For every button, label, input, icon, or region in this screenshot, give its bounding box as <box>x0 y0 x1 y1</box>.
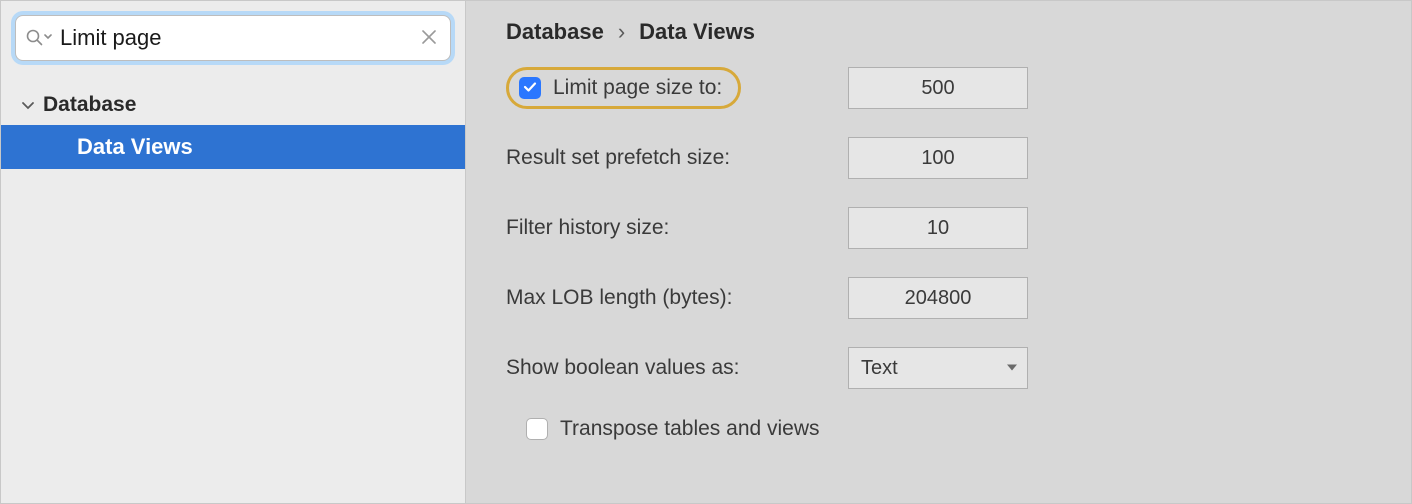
prefetch-size-input[interactable] <box>848 137 1028 179</box>
breadcrumb-root[interactable]: Database <box>506 19 604 45</box>
tree-child-label: Data Views <box>77 134 193 160</box>
transpose-label: Transpose tables and views <box>560 417 820 441</box>
clear-icon[interactable] <box>418 24 440 53</box>
settings-form: Limit page size to: Result set prefetch … <box>466 67 1411 441</box>
filter-history-size-input[interactable] <box>848 207 1028 249</box>
settings-window: Database Data Views Database › Data View… <box>0 0 1412 504</box>
breadcrumb-leaf: Data Views <box>639 19 755 45</box>
boolean-values-as-select[interactable] <box>848 347 1028 389</box>
settings-main: Database › Data Views Limit <box>466 1 1411 503</box>
settings-tree: Database Data Views <box>1 75 465 169</box>
search-box[interactable] <box>15 15 451 61</box>
prefetch-size-label: Result set prefetch size: <box>506 146 730 170</box>
search-input[interactable] <box>60 16 418 60</box>
max-lob-length-input[interactable] <box>848 277 1028 319</box>
transpose-checkbox[interactable] <box>526 418 548 440</box>
tree-parent-label: Database <box>43 93 136 117</box>
max-lob-length-label: Max LOB length (bytes): <box>506 286 732 310</box>
limit-page-size-label: Limit page size to: <box>553 76 722 100</box>
limit-page-highlight: Limit page size to: <box>506 67 741 109</box>
search-icon <box>26 29 52 47</box>
tree-item-data-views[interactable]: Data Views <box>1 125 465 169</box>
breadcrumb: Database › Data Views <box>466 1 1411 67</box>
limit-page-size-checkbox[interactable] <box>519 77 541 99</box>
filter-history-size-label: Filter history size: <box>506 216 669 240</box>
boolean-values-as-label: Show boolean values as: <box>506 356 740 380</box>
tree-item-database[interactable]: Database <box>1 85 465 125</box>
checkmark-icon <box>523 76 537 100</box>
settings-sidebar: Database Data Views <box>1 1 466 503</box>
breadcrumb-separator-icon: › <box>618 19 625 45</box>
chevron-down-icon <box>21 98 35 112</box>
limit-page-size-input[interactable] <box>848 67 1028 109</box>
